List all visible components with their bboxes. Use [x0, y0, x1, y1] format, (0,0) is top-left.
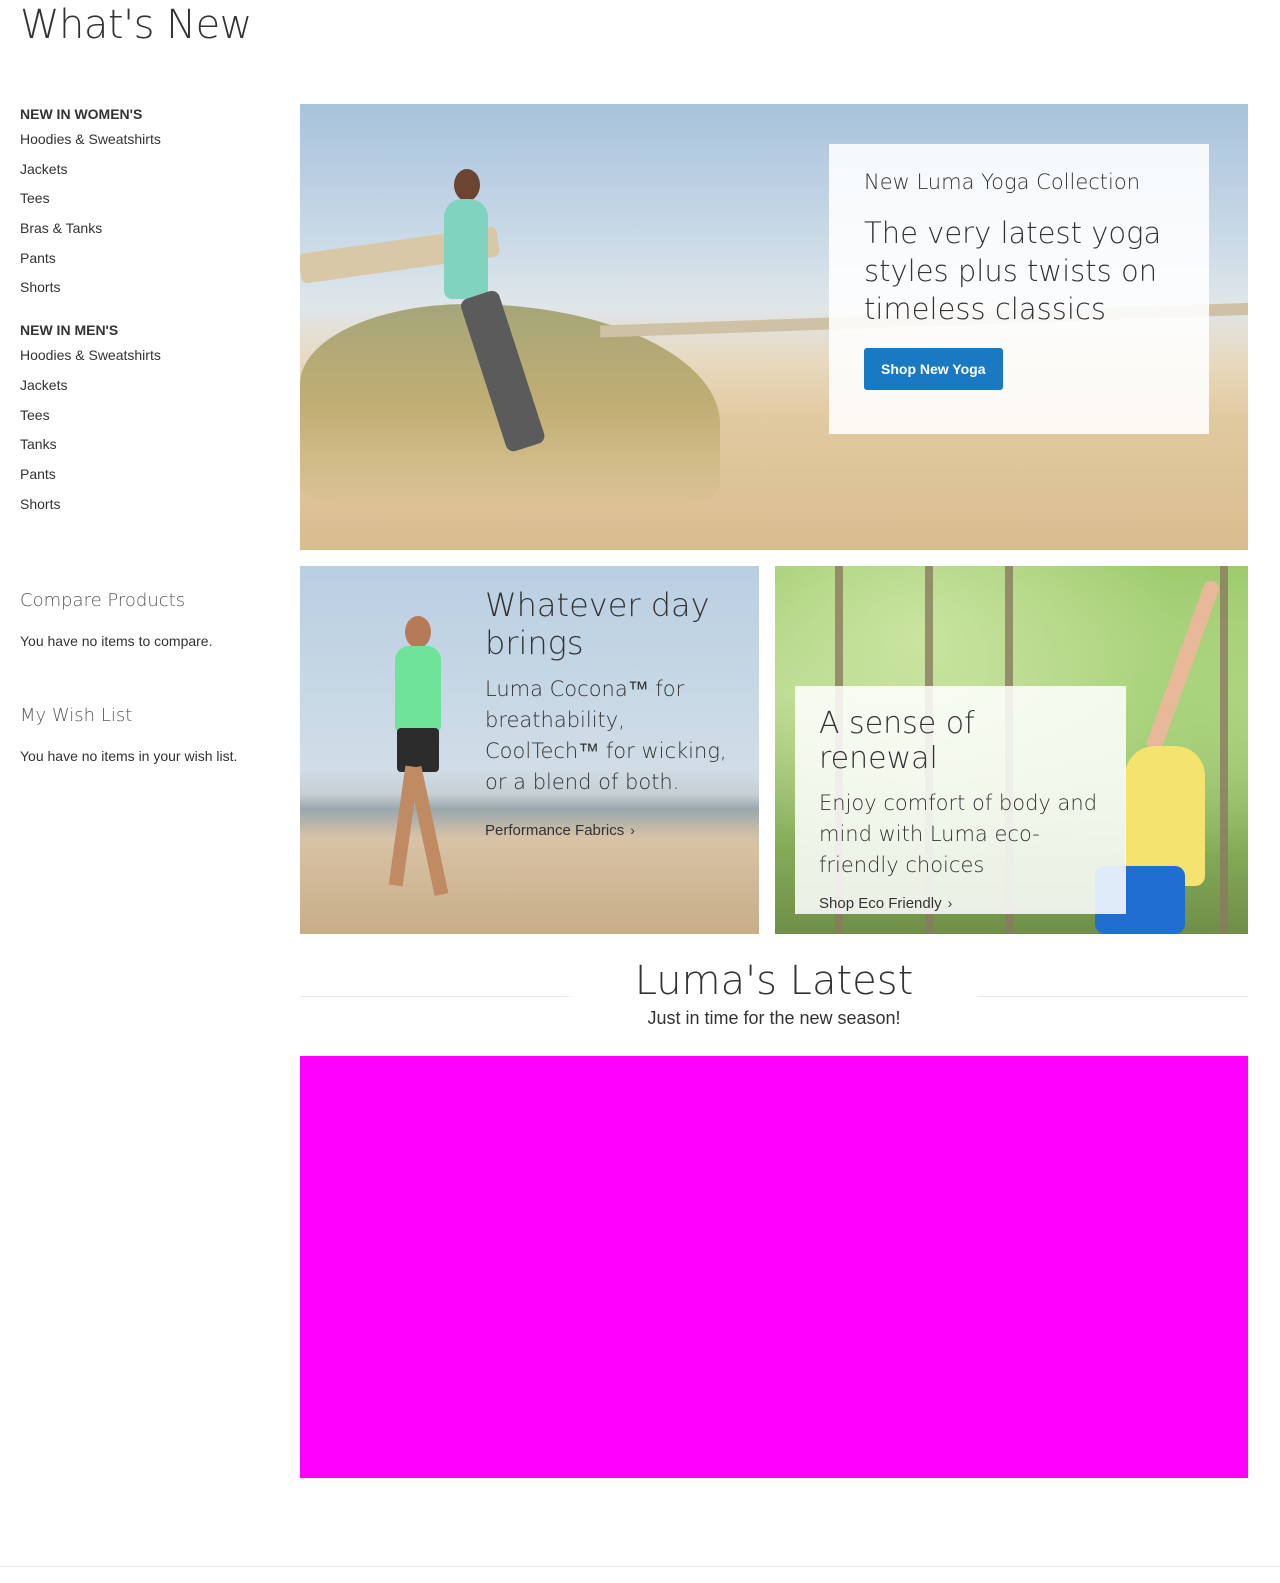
nav-item[interactable]: Tees [20, 183, 280, 213]
promo-image-runner [375, 616, 465, 916]
nav-item[interactable]: Pants [20, 459, 280, 489]
promo-image-model-arm [1144, 578, 1222, 754]
compare-products-block: Compare Products You have no items to co… [20, 590, 213, 649]
nav-group-men: NEW IN MEN'S Hoodies & Sweatshirts Jacke… [20, 320, 280, 518]
nav-item[interactable]: Hoodies & Sweatshirts [20, 124, 280, 154]
promo-body-performance: Luma Cocona™ for breathability, CoolTech… [485, 677, 727, 794]
hero-image-model [428, 169, 547, 489]
promo-heading-eco: A sense of renewal [819, 706, 975, 776]
wish-list-empty-message: You have no items in your wish list. [20, 748, 238, 764]
footer-divider [0, 1566, 1280, 1567]
nav-link-women-pants[interactable]: Pants [20, 250, 56, 266]
nav-item[interactable]: Jackets [20, 370, 280, 400]
promo-image-model [1125, 746, 1205, 886]
nav-item[interactable]: Hoodies & Sweatshirts [20, 340, 280, 370]
nav-link-women-tees[interactable]: Tees [20, 190, 50, 206]
latest-section: Luma's Latest Just in time for the new s… [300, 958, 1248, 1029]
product-grid-placeholder [300, 1056, 1248, 1478]
nav-list-women: Hoodies & Sweatshirts Jackets Tees Bras … [20, 124, 280, 302]
compare-empty-message: You have no items to compare. [20, 633, 213, 649]
page-title: What's New [20, 2, 252, 48]
performance-fabrics-link-label: Performance Fabrics [485, 822, 625, 839]
nav-item[interactable]: Shorts [20, 489, 280, 519]
nav-link-men-jackets[interactable]: Jackets [20, 377, 67, 393]
shop-eco-friendly-link[interactable]: Shop Eco Friendly › [819, 895, 952, 912]
hero-banner[interactable]: New Luma Yoga Collection The very latest… [300, 104, 1248, 550]
nav-item[interactable]: Tees [20, 400, 280, 430]
promo-tile-eco[interactable]: A sense of renewal Enjoy comfort of body… [775, 566, 1248, 934]
chevron-right-icon: › [947, 895, 953, 911]
hero-kicker: New Luma Yoga Collection [864, 170, 1141, 194]
nav-heading-men: NEW IN MEN'S [20, 322, 119, 339]
promo-tile-performance[interactable]: Whatever day brings Luma Cocona™ for bre… [300, 566, 759, 934]
wish-list-block: My Wish List You have no items in your w… [20, 705, 237, 764]
performance-fabrics-link[interactable]: Performance Fabrics › [485, 822, 635, 839]
nav-link-men-tanks[interactable]: Tanks [20, 436, 57, 452]
shop-new-yoga-button[interactable]: Shop New Yoga [864, 348, 1003, 390]
latest-title: Luma's Latest [634, 958, 914, 1004]
promo-panel-eco: A sense of renewal Enjoy comfort of body… [795, 686, 1126, 914]
nav-link-women-bras-tanks[interactable]: Bras & Tanks [20, 220, 102, 236]
hero-panel: New Luma Yoga Collection The very latest… [829, 144, 1209, 434]
nav-link-men-hoodies[interactable]: Hoodies & Sweatshirts [20, 347, 161, 363]
nav-item[interactable]: Pants [20, 243, 280, 273]
nav-link-women-shorts[interactable]: Shorts [20, 279, 60, 295]
hero-heading: The very latest yoga styles plus twists … [864, 216, 1162, 326]
nav-item[interactable]: Jackets [20, 154, 280, 184]
nav-link-women-hoodies[interactable]: Hoodies & Sweatshirts [20, 131, 161, 147]
nav-link-men-tees[interactable]: Tees [20, 407, 50, 423]
promo-body-eco: Enjoy comfort of body and mind with Luma… [819, 791, 1098, 877]
latest-subtitle: Just in time for the new season! [647, 1008, 901, 1028]
promo-heading-performance: Whatever day brings [485, 586, 710, 662]
chevron-right-icon: › [630, 822, 635, 838]
promo-image-tree [1220, 566, 1228, 934]
sidebar: NEW IN WOMEN'S Hoodies & Sweatshirts Jac… [20, 104, 280, 518]
shop-eco-friendly-link-label: Shop Eco Friendly [819, 895, 942, 912]
nav-item[interactable]: Bras & Tanks [20, 213, 280, 243]
nav-heading-women: NEW IN WOMEN'S [20, 106, 143, 122]
nav-group-women: NEW IN WOMEN'S Hoodies & Sweatshirts Jac… [20, 104, 280, 302]
nav-list-men: Hoodies & Sweatshirts Jackets Tees Tanks… [20, 340, 280, 518]
nav-link-men-pants[interactable]: Pants [20, 466, 56, 482]
wish-list-title: My Wish List [20, 705, 133, 726]
nav-item[interactable]: Shorts [20, 272, 280, 302]
nav-item[interactable]: Tanks [20, 429, 280, 459]
promo-text-performance: Whatever day brings Luma Cocona™ for bre… [485, 586, 745, 798]
compare-products-title: Compare Products [20, 590, 186, 611]
nav-link-women-jackets[interactable]: Jackets [20, 161, 67, 177]
nav-link-men-shorts[interactable]: Shorts [20, 496, 60, 512]
